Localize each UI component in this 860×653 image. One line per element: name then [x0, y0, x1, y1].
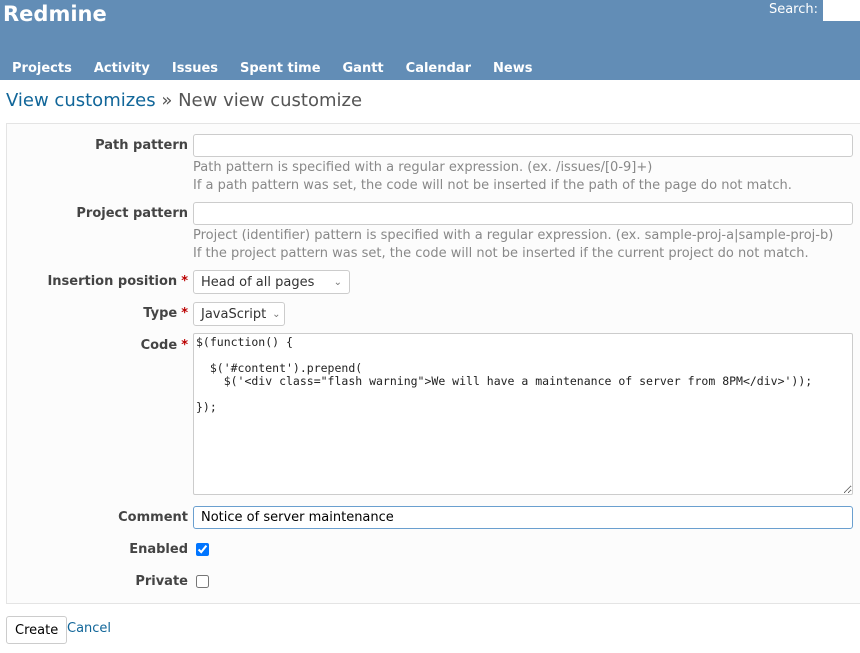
required-mark: *	[181, 338, 188, 353]
insertion-position-label-text: Insertion position	[47, 274, 178, 289]
page-title: View customizes » New view customize	[6, 90, 362, 111]
project-pattern-input[interactable]	[193, 202, 853, 225]
breadcrumb-current: New view customize	[178, 90, 363, 111]
type-select[interactable]: JavaScript ⌄	[193, 302, 285, 326]
path-pattern-label: Path pattern	[95, 138, 188, 153]
comment-label: Comment	[118, 510, 188, 525]
nav-calendar[interactable]: Calendar	[406, 61, 471, 76]
enabled-checkbox[interactable]	[196, 543, 209, 556]
comment-input[interactable]	[193, 506, 853, 529]
nav-issues[interactable]: Issues	[172, 61, 218, 76]
nav-gantt[interactable]: Gantt	[343, 61, 384, 76]
path-pattern-input[interactable]	[193, 134, 853, 157]
search-label: Search:	[768, 2, 818, 17]
type-label-text: Type	[143, 306, 178, 321]
nav-projects[interactable]: Projects	[12, 61, 72, 76]
path-pattern-hint: Path pattern is specified with a regular…	[193, 160, 653, 175]
private-label: Private	[135, 574, 188, 589]
nav-news[interactable]: News	[493, 61, 532, 76]
required-mark: *	[181, 274, 188, 289]
nav-spent-time[interactable]: Spent time	[240, 61, 321, 76]
type-label: Type *	[143, 306, 188, 321]
cancel-link[interactable]: Cancel	[67, 621, 111, 636]
breadcrumb-parent-link[interactable]: View customizes	[6, 90, 156, 111]
code-label: Code *	[141, 338, 188, 353]
insertion-position-value: Head of all pages	[201, 274, 315, 290]
chevron-down-icon: ⌄	[272, 308, 281, 320]
header: Redmine Search: Projects Activity Issues…	[0, 0, 860, 80]
required-mark: *	[181, 306, 188, 321]
app-title: Redmine	[3, 2, 107, 26]
insertion-position-select[interactable]: Head of all pages ⌄	[193, 270, 350, 294]
code-label-text: Code	[140, 338, 178, 353]
chevron-down-icon: ⌄	[333, 276, 342, 288]
project-pattern-hint: Project (identifier) pattern is specifie…	[193, 228, 834, 243]
breadcrumb-separator: »	[155, 90, 179, 111]
enabled-label: Enabled	[129, 542, 188, 557]
project-pattern-hint-2: If the project pattern was set, the code…	[193, 246, 809, 261]
main-menu: Projects Activity Issues Spent time Gant…	[12, 61, 554, 76]
type-value: JavaScript	[201, 306, 267, 322]
code-textarea[interactable]: $(function() { $('#content').prepend( $(…	[193, 333, 853, 495]
create-button[interactable]: Create	[6, 616, 68, 644]
path-pattern-hint-2: If a path pattern was set, the code will…	[193, 178, 792, 193]
insertion-position-label: Insertion position *	[47, 274, 188, 289]
search-input[interactable]	[823, 0, 860, 21]
private-checkbox[interactable]	[196, 575, 209, 588]
project-pattern-label: Project pattern	[76, 206, 188, 221]
nav-activity[interactable]: Activity	[94, 61, 150, 76]
